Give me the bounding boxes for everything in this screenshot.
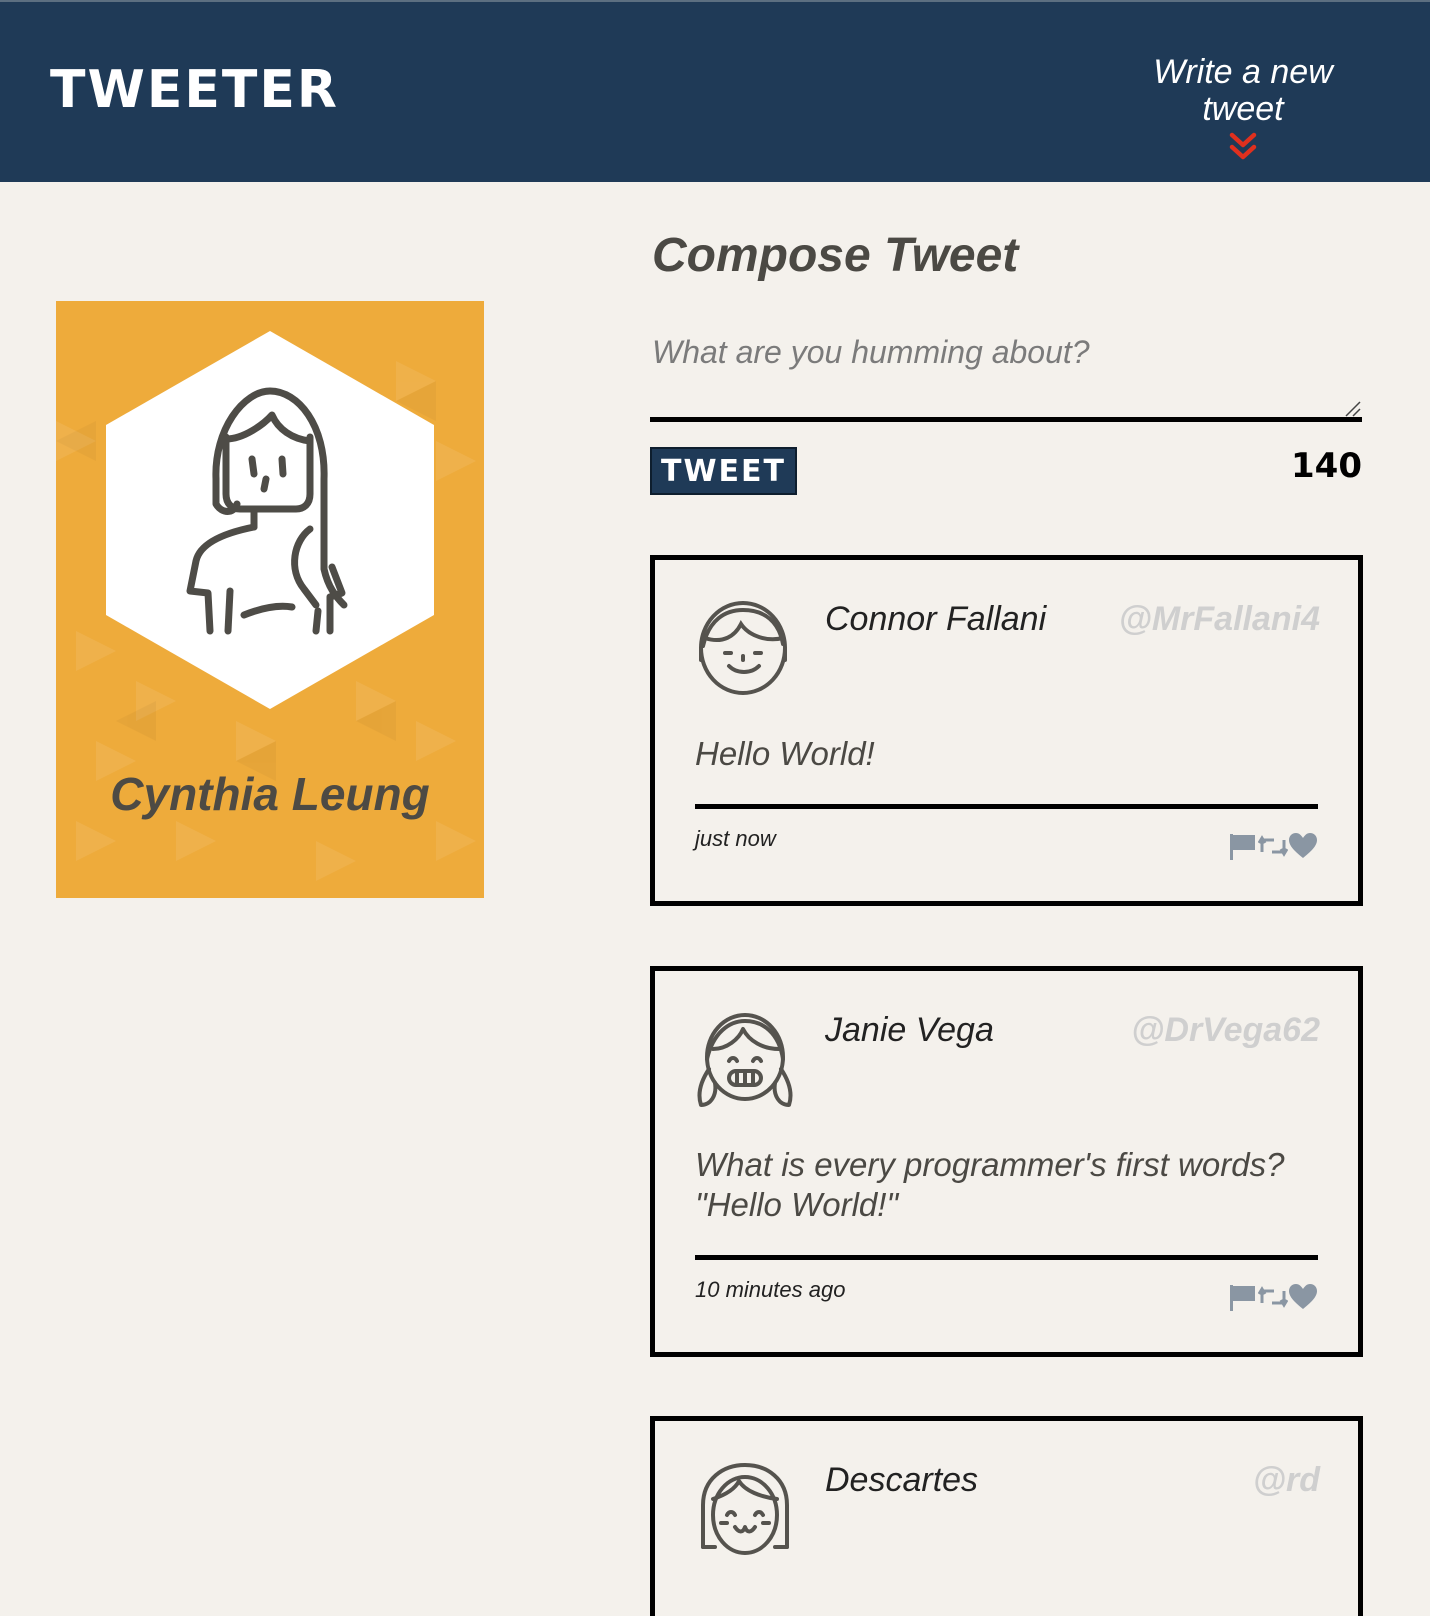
write-new-tweet-label: Write a new tweet [1153,53,1333,129]
tweet-timestamp: just now [695,826,776,851]
tweet-content: Hello World! [695,735,875,772]
compose-tweet-textarea[interactable] [650,330,1362,422]
tweet-author-handle: @rd [1252,1461,1320,1499]
tweet-card: Janie Vega @DrVega62 What is every progr… [650,966,1363,1357]
girl-pigtails-face-icon [697,1013,793,1107]
tweet-card: Connor Fallani @MrFallani4 Hello World! … [650,555,1363,906]
heart-icon[interactable] [1288,1283,1318,1316]
tweet-card: Descartes @rd [650,1416,1363,1616]
tweet-author-name: Janie Vega [825,1011,994,1049]
resize-handle-icon[interactable] [1344,400,1362,418]
tweet-author-handle: @MrFallani4 [1118,600,1320,638]
profile-card: Cynthia Leung [56,301,484,898]
character-counter: 140 [1291,446,1362,486]
profile-avatar [106,331,434,709]
profile-name: Cynthia Leung [110,768,430,820]
boy-face-icon [699,601,787,695]
tweet-actions [1228,1283,1318,1316]
brand-logo[interactable]: TWEETER [50,64,339,116]
flag-icon[interactable] [1228,1283,1258,1316]
flag-icon[interactable] [1228,832,1258,865]
retweet-icon[interactable] [1257,832,1289,865]
tweet-author-name: Connor Fallani [825,600,1047,638]
tweet-author-name: Descartes [825,1461,979,1499]
double-chevron-down-icon [1229,132,1257,160]
tweet-author-handle: @DrVega62 [1131,1011,1320,1049]
tweet-divider [695,804,1318,809]
girl-bob-face-icon [701,1463,789,1555]
tweet-timestamp: 10 minutes ago [695,1277,846,1302]
compose-title: Compose Tweet [652,229,1019,282]
tweet-content: What is every programmer's first words? … [695,1146,1285,1223]
heart-icon[interactable] [1288,832,1318,865]
top-nav-bar: TWEETER Write a new tweet [0,0,1430,182]
write-new-tweet-toggle[interactable]: Write a new tweet [1108,53,1378,163]
tweet-actions [1228,832,1318,865]
tweet-divider [695,1255,1318,1260]
tweet-button[interactable]: TWEET [650,447,797,495]
retweet-icon[interactable] [1257,1283,1289,1316]
